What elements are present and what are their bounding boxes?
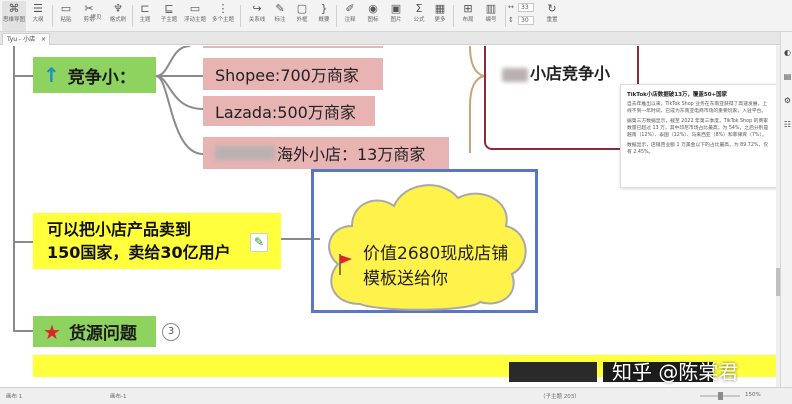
close-icon[interactable]: × (41, 34, 46, 45)
toolbar: ⌘ 思维导图 ☰ 大纲 ▭ 粘贴 ✂ 剪切 拷贝 ♆ 格式刷 ⊏ 主题 ⊑ 子主题 ▭ 浮动主题… (0, 0, 792, 32)
vertical-spacing-input[interactable]: 30 (518, 16, 534, 25)
toolbar-divider (505, 5, 506, 27)
zoom-slider-knob[interactable] (718, 392, 723, 400)
sheet-tab[interactable]: 画布 1 (6, 392, 22, 400)
cloud-line-2: 模板送给你 (363, 269, 448, 289)
outline-panel-icon[interactable]: ☷ (783, 120, 792, 129)
topic-sell-global[interactable]: 可以把小店产品卖到 150国家，卖给30亿用户 (33, 213, 281, 269)
topic-lazada[interactable]: Lazada:500万商家 (203, 96, 375, 126)
image-icon: ▣ (390, 2, 402, 15)
lazada-label: Lazada:500万商家 (215, 103, 356, 122)
blurred-text (502, 67, 528, 82)
connector-overseas (155, 75, 204, 155)
horizontal-spacing-input[interactable]: 33 (518, 3, 534, 12)
mindmap-icon: ⌘ (8, 2, 20, 15)
outline-icon: ☰ (33, 2, 43, 15)
arrow-up-icon: ↑ (43, 63, 60, 87)
note-icon: ✐ (345, 2, 355, 15)
floating-topic-icon: ▭ (189, 2, 201, 15)
document-tab-label: Tyu - 小店 (7, 36, 36, 43)
sell-line-2: 150国家，卖给30亿用户 (47, 243, 231, 262)
outline-button[interactable]: ☰ 大纲 (26, 1, 50, 31)
topic-competition[interactable]: ↑ 竞争小： (33, 57, 156, 93)
horizontal-spacing-icon: ↔ (508, 3, 514, 11)
red-flag-icon (339, 254, 352, 275)
notes-paragraph: 自去年推出以来，TikTok Shop 业务在东南亚获得了高速发展，上线不到一年… (627, 102, 768, 114)
format-brush-button[interactable]: ♆ 格式刷 (106, 1, 130, 31)
layout-icon: ⊞ (463, 2, 473, 15)
format-brush-icon: ♆ (113, 2, 123, 15)
subtopic-button[interactable]: ⊑ 子主题 (157, 1, 181, 31)
vertical-spacing-icon: ↕ (508, 16, 514, 24)
connector-top (155, 46, 191, 77)
right-summary-box[interactable]: 小店竞争小 (484, 46, 639, 150)
competition-label: 竞争小： (67, 67, 136, 88)
supply-label: 货源问题 (68, 324, 137, 344)
notes-title: TikTok小店数据破13万，覆盖50+国家 (627, 92, 728, 98)
star-icon: ★ (43, 319, 61, 344)
callout-icon: ✎ (275, 2, 285, 15)
sell-line-1: 可以把小店产品卖到 (47, 220, 192, 239)
connector-lazada (155, 75, 204, 110)
notes-panel[interactable]: TikTok小店数据破13万，覆盖50+国家 自去年推出以来，TikTok Sh… (620, 84, 778, 188)
summary-button[interactable]: } 概要 (312, 1, 336, 31)
multi-topic-icon: ⋮ (217, 2, 229, 15)
paste-icon: ▭ (60, 2, 72, 15)
sheet-name[interactable]: 画布-1 (110, 392, 126, 400)
right-side-panel-strip: ◐ ▤ ⚙ ☷ (780, 32, 792, 387)
collapsed-count-badge[interactable]: 3 (162, 323, 180, 341)
cloud-line-1: 价值2680现成店铺 (363, 244, 509, 264)
mindmap-canvas[interactable]: 小店竞争小 ↑ 竞争小： Shopee:700万商家 Lazada:500万商家… (0, 46, 780, 387)
notes-paragraph: 据第三方数据显示，截至 2022 年第三季度，TikTok Shop 的商家数量… (627, 119, 769, 138)
video-thumbnail (509, 362, 597, 382)
subtopic-icon: ⊑ (164, 2, 174, 15)
numbering-icon: ▥ (485, 2, 497, 15)
status-bar: 画布 1 画布-1 （子主题 203） 150% (0, 387, 792, 404)
more-button[interactable]: ▦ 更多 (428, 1, 452, 31)
blurred-text (215, 146, 275, 160)
style-panel-icon[interactable]: ▤ (783, 72, 792, 81)
cloud-label: 价值2680现成店铺 模板送给你 (363, 242, 533, 292)
format-panel-icon[interactable]: ◐ (783, 48, 792, 57)
document-tab-bar: Tyu - 小店 × (0, 32, 792, 45)
right-box-label: 小店竞争小 (502, 60, 610, 84)
boundary-icon: ▢ (296, 2, 308, 15)
reset-icon: ↻ (547, 2, 557, 15)
topic-top-partial[interactable] (203, 46, 383, 48)
note-icon[interactable]: ✎ (250, 233, 268, 252)
shopee-label: Shopee:700万商家 (215, 66, 359, 85)
topic-shopee[interactable]: Shopee:700万商家 (203, 58, 383, 90)
topic-count: （子主题 203） (540, 394, 580, 400)
multi-topic-button[interactable]: ⋮ 多个主题 (211, 1, 235, 31)
app-window: ⌘ 思维导图 ☰ 大纲 ▭ 粘贴 ✂ 剪切 拷贝 ♆ 格式刷 ⊏ 主题 ⊑ 子主题 ▭ 浮动主题… (0, 0, 792, 404)
reset-button[interactable]: ↻ 重置 (540, 1, 564, 31)
watermark: 知乎 @陈棠君 (612, 360, 739, 384)
more-icon: ▦ (434, 2, 446, 15)
settings-panel-icon[interactable]: ⚙ (783, 96, 792, 105)
topic-supply[interactable]: ★ 货源问题 (33, 316, 156, 347)
marker-icon: ◉ (368, 2, 378, 15)
zoom-level: 150% (745, 392, 761, 398)
overseas-label: 海外小店：13万商家 (277, 145, 426, 164)
summary-icon: } (320, 2, 328, 15)
document-tab[interactable]: Tyu - 小店 × (2, 33, 50, 45)
relation-icon: ↪ (252, 2, 262, 15)
floating-topic-button[interactable]: ▭ 浮动主题 (183, 1, 207, 31)
summary-brace (469, 46, 485, 153)
numbering-button[interactable]: ▥ 编号 (479, 1, 503, 31)
notes-paragraph: 数据显示，店铺营业额 1 万美金以下的占比最高，为 89.72%，仅有 2.45… (627, 143, 769, 155)
topic-icon: ⊏ (140, 2, 150, 15)
topic-overseas[interactable]: 海外小店：13万商家 (203, 137, 449, 169)
